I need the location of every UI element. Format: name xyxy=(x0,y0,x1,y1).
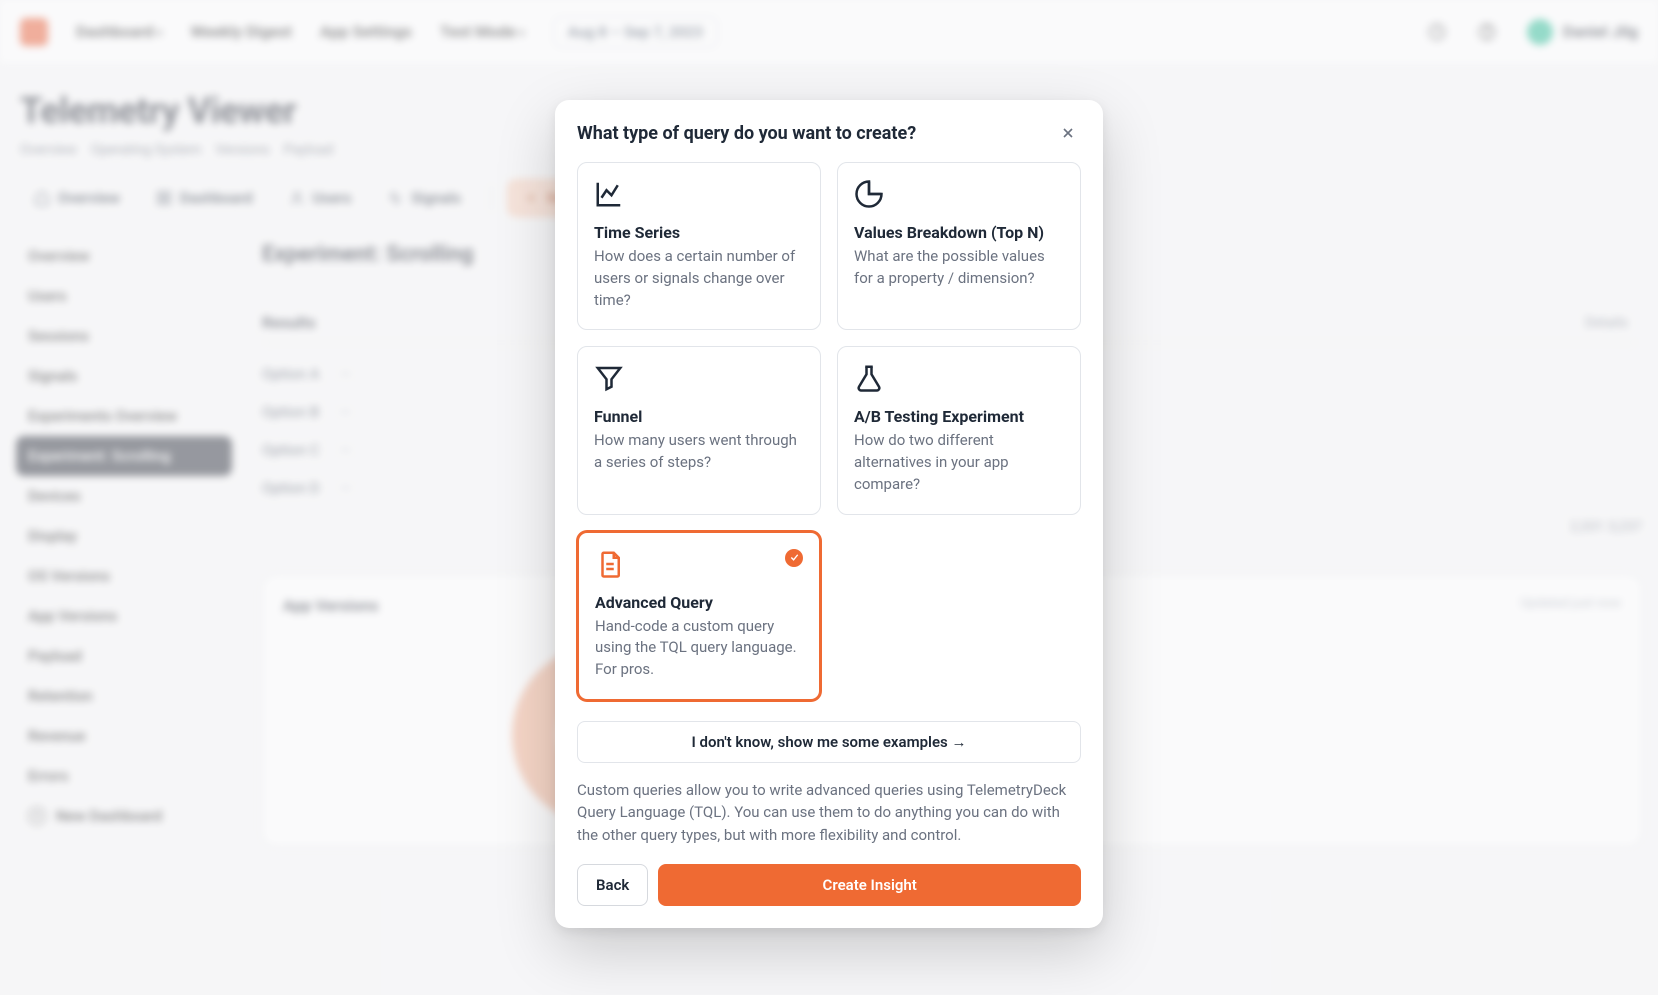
option-advanced-query[interactable]: Advanced Query Hand-code a custom query … xyxy=(577,531,821,701)
check-icon xyxy=(789,552,800,563)
close-button[interactable] xyxy=(1055,120,1081,146)
option-desc: How does a certain number of users or si… xyxy=(594,246,804,311)
back-button[interactable]: Back xyxy=(577,864,648,906)
option-title: A/B Testing Experiment xyxy=(854,407,1064,426)
show-examples-button[interactable]: I don't know, show me some examples → xyxy=(577,721,1081,763)
option-desc: How do two different alternatives in you… xyxy=(854,430,1064,495)
close-icon xyxy=(1060,125,1076,141)
option-values-breakdown[interactable]: Values Breakdown (Top N) What are the po… xyxy=(837,162,1081,330)
show-examples-label: I don't know, show me some examples → xyxy=(692,733,967,751)
back-button-label: Back xyxy=(596,876,629,894)
selected-check-badge xyxy=(785,549,803,567)
modal-footer: Back Create Insight xyxy=(555,846,1103,928)
modal-description: Custom queries allow you to write advanc… xyxy=(555,763,1103,847)
create-insight-button[interactable]: Create Insight xyxy=(658,864,1081,906)
option-title: Advanced Query xyxy=(595,593,803,612)
flask-icon xyxy=(854,363,884,393)
pie-chart-icon xyxy=(854,179,884,209)
query-type-options: Time Series How does a certain number of… xyxy=(555,162,1103,701)
create-insight-label: Create Insight xyxy=(823,876,917,894)
funnel-icon xyxy=(594,363,624,393)
option-time-series[interactable]: Time Series How does a certain number of… xyxy=(577,162,821,330)
modal-title: What type of query do you want to create… xyxy=(577,123,916,144)
option-title: Time Series xyxy=(594,223,804,242)
option-desc: How many users went through a series of … xyxy=(594,430,804,474)
modal-header: What type of query do you want to create… xyxy=(555,100,1103,162)
option-desc: What are the possible values for a prope… xyxy=(854,246,1064,290)
option-desc: Hand-code a custom query using the TQL q… xyxy=(595,616,803,681)
option-funnel[interactable]: Funnel How many users went through a ser… xyxy=(577,346,821,514)
document-icon xyxy=(595,549,625,579)
option-title: Values Breakdown (Top N) xyxy=(854,223,1064,242)
option-ab-testing[interactable]: A/B Testing Experiment How do two differ… xyxy=(837,346,1081,514)
create-query-modal: What type of query do you want to create… xyxy=(555,100,1103,928)
option-title: Funnel xyxy=(594,407,804,426)
line-chart-icon xyxy=(594,179,624,209)
